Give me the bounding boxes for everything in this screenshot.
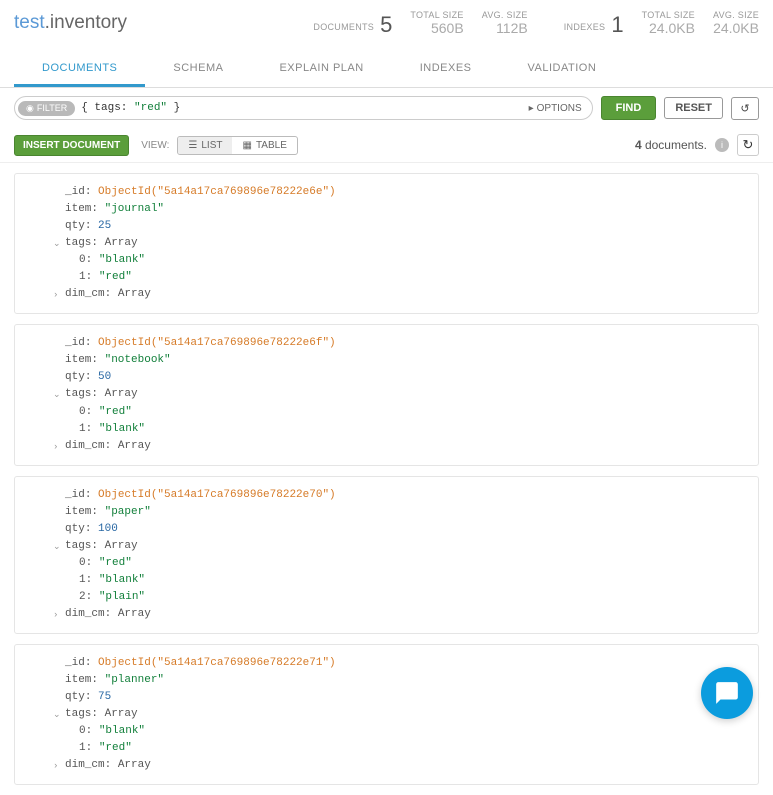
field-qty: qty: 75 <box>65 689 744 706</box>
info-icon[interactable]: i <box>715 138 729 152</box>
filter-bar: ◉ FILTER { tags: "red" } ▸ OPTIONS FIND … <box>0 88 773 128</box>
field-id: _id: ObjectId("5a14a17ca769896e78222e6e"… <box>65 184 744 201</box>
history-button[interactable]: ↺ <box>731 97 759 120</box>
caret-down-icon[interactable]: ⌄ <box>53 389 61 403</box>
filter-input[interactable]: ◉ FILTER { tags: "red" } ▸ OPTIONS <box>14 96 593 120</box>
view-toggle: ☰ LIST ▦ TABLE <box>177 136 297 155</box>
header: test.inventory DOCUMENTS 5 TOTAL SIZE 56… <box>0 0 773 42</box>
caret-right-icon[interactable]: › <box>53 760 58 774</box>
field-qty: qty: 50 <box>65 369 744 386</box>
tab-documents[interactable]: DOCUMENTS <box>14 52 145 87</box>
field-tags-item: 0: "blank" <box>65 723 744 740</box>
field-tags: ⌄tags: Array <box>65 235 744 252</box>
reset-button[interactable]: RESET <box>664 97 723 119</box>
action-bar: INSERT DOCUMENT VIEW: ☰ LIST ▦ TABLE 4 d… <box>0 128 773 163</box>
field-item: item: "journal" <box>65 201 744 218</box>
field-qty: qty: 25 <box>65 218 744 235</box>
field-item: item: "paper" <box>65 504 744 521</box>
field-id: _id: ObjectId("5a14a17ca769896e78222e70"… <box>65 487 744 504</box>
field-tags-item: 1: "red" <box>65 740 744 757</box>
caret-right-icon[interactable]: › <box>53 289 58 303</box>
chat-fab[interactable] <box>701 667 753 719</box>
stat-indexes: INDEXES 1 <box>564 14 624 36</box>
stat-idx-avg-size: AVG. SIZE 24.0KB <box>713 10 759 36</box>
field-item: item: "notebook" <box>65 352 744 369</box>
caret-down-icon[interactable]: ⌄ <box>53 709 61 723</box>
stat-avg-size: AVG. SIZE 112B <box>482 10 528 36</box>
document-list: _id: ObjectId("5a14a17ca769896e78222e6e"… <box>0 173 773 785</box>
field-id: _id: ObjectId("5a14a17ca769896e78222e6f"… <box>65 335 744 352</box>
insert-document-button[interactable]: INSERT DOCUMENT <box>14 135 129 156</box>
caret-right-icon: ▸ <box>529 103 534 114</box>
document-card[interactable]: _id: ObjectId("5a14a17ca769896e78222e6f"… <box>14 324 759 465</box>
funnel-icon: ◉ <box>26 103 34 114</box>
list-icon: ☰ <box>188 140 197 151</box>
refresh-button[interactable]: ↻ <box>737 134 759 156</box>
document-card[interactable]: _id: ObjectId("5a14a17ca769896e78222e6e"… <box>14 173 759 314</box>
field-tags-item: 0: "blank" <box>65 252 744 269</box>
document-card[interactable]: _id: ObjectId("5a14a17ca769896e78222e70"… <box>14 476 759 634</box>
field-tags-item: 1: "blank" <box>65 421 744 438</box>
namespace-title: test.inventory <box>14 12 127 34</box>
database-name: test <box>14 12 45 33</box>
field-dim-cm: ›dim_cm: Array <box>65 606 744 623</box>
collection-name: .inventory <box>45 12 127 33</box>
chat-icon <box>714 680 740 706</box>
tab-indexes[interactable]: INDEXES <box>392 52 500 87</box>
filter-query-text: { tags: "red" } <box>75 102 528 114</box>
table-icon: ▦ <box>242 140 251 151</box>
stats-block: DOCUMENTS 5 TOTAL SIZE 560B AVG. SIZE 11… <box>313 10 759 36</box>
documents-count: 4 documents. <box>635 138 707 152</box>
caret-down-icon[interactable]: ⌄ <box>53 238 61 252</box>
history-icon: ↺ <box>740 102 749 115</box>
stat-idx-total-size: TOTAL SIZE 24.0KB <box>642 10 695 36</box>
tab-schema[interactable]: SCHEMA <box>145 52 251 87</box>
field-dim-cm: ›dim_cm: Array <box>65 757 744 774</box>
field-item: item: "planner" <box>65 672 744 689</box>
tab-validation[interactable]: VALIDATION <box>500 52 625 87</box>
tab-explain-plan[interactable]: EXPLAIN PLAN <box>251 52 391 87</box>
field-tags: ⌄tags: Array <box>65 386 744 403</box>
field-tags-item: 0: "red" <box>65 555 744 572</box>
view-label: VIEW: <box>141 140 169 151</box>
caret-right-icon[interactable]: › <box>53 609 58 623</box>
view-list-button[interactable]: ☰ LIST <box>178 137 232 154</box>
field-tags-item: 0: "red" <box>65 404 744 421</box>
field-tags: ⌄tags: Array <box>65 538 744 555</box>
stat-documents: DOCUMENTS 5 <box>313 14 392 36</box>
field-tags-item: 2: "plain" <box>65 589 744 606</box>
field-dim-cm: ›dim_cm: Array <box>65 286 744 303</box>
caret-down-icon[interactable]: ⌄ <box>53 541 61 555</box>
field-tags-item: 1: "red" <box>65 269 744 286</box>
field-qty: qty: 100 <box>65 521 744 538</box>
document-card[interactable]: _id: ObjectId("5a14a17ca769896e78222e71"… <box>14 644 759 785</box>
filter-badge: ◉ FILTER <box>18 101 75 116</box>
view-table-button[interactable]: ▦ TABLE <box>232 137 296 154</box>
caret-right-icon[interactable]: › <box>53 441 58 455</box>
stat-total-size: TOTAL SIZE 560B <box>410 10 463 36</box>
field-id: _id: ObjectId("5a14a17ca769896e78222e71"… <box>65 655 744 672</box>
field-tags: ⌄tags: Array <box>65 706 744 723</box>
tabs: DOCUMENTS SCHEMA EXPLAIN PLAN INDEXES VA… <box>0 52 773 88</box>
field-dim-cm: ›dim_cm: Array <box>65 438 744 455</box>
field-tags-item: 1: "blank" <box>65 572 744 589</box>
find-button[interactable]: FIND <box>601 96 657 120</box>
options-button[interactable]: ▸ OPTIONS <box>529 103 588 114</box>
refresh-icon: ↻ <box>743 137 754 153</box>
